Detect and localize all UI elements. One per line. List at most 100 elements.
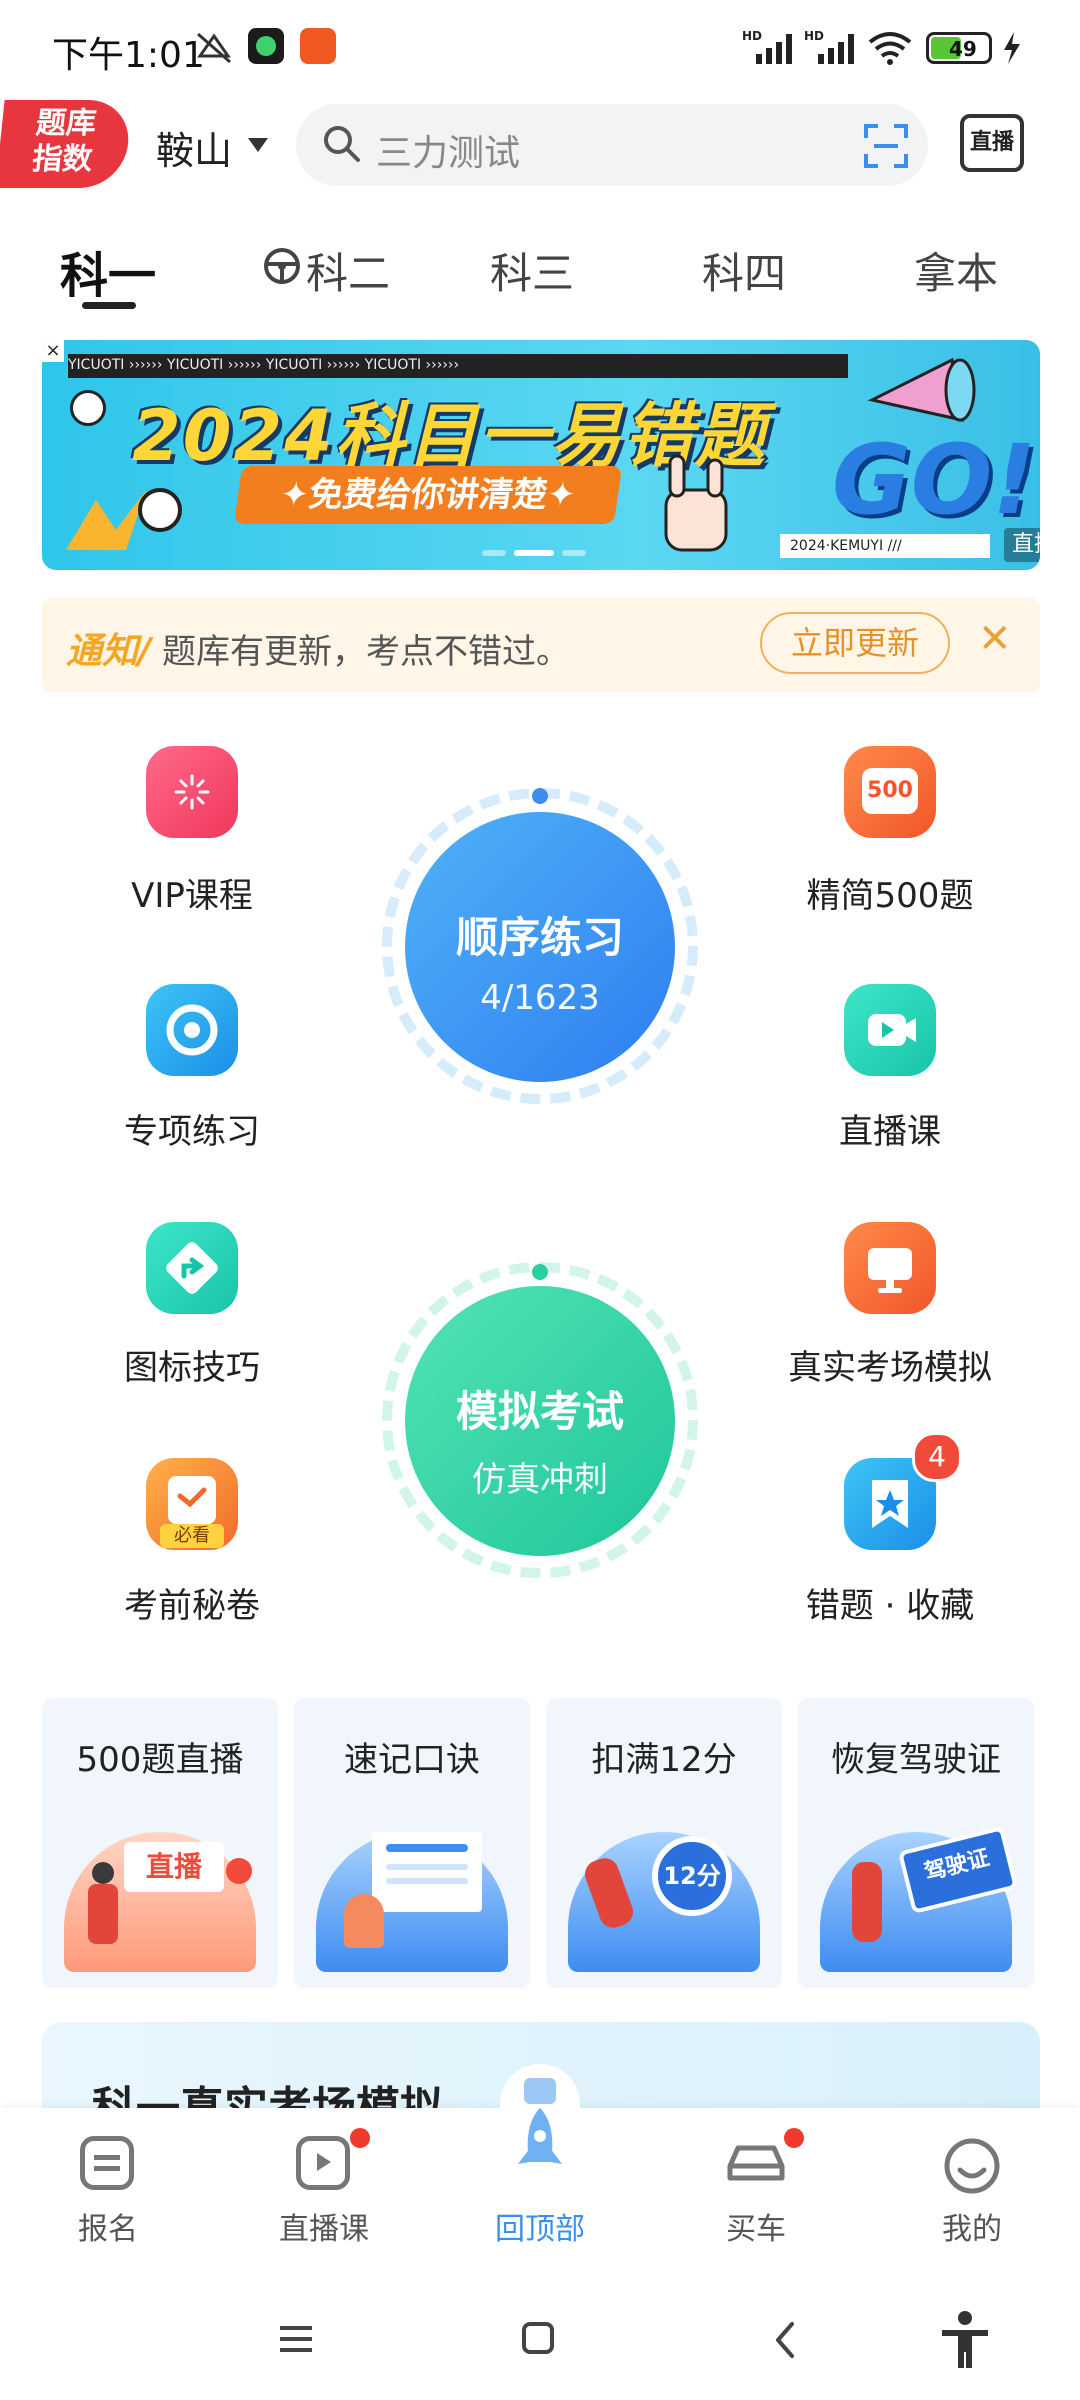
close-icon[interactable]: × <box>42 340 64 362</box>
nav-label: 买车 <box>726 2212 786 2247</box>
status-time: 下午1:01 <box>52 35 205 76</box>
charging-icon <box>1004 32 1020 64</box>
exam-progress-dot <box>532 1264 548 1280</box>
jingjian-500-button[interactable]: 500 <box>844 746 936 838</box>
special-practice-button[interactable] <box>146 984 238 1076</box>
accessibility-icon[interactable] <box>938 2310 992 2370</box>
wrong-questions-label: 错题 · 收藏 <box>805 1586 975 1626</box>
nav-live-course[interactable]: 直播课 <box>224 2108 424 2278</box>
icon-skills-button[interactable] <box>146 1222 238 1314</box>
banner-pager <box>482 550 602 556</box>
system-nav-bar <box>0 2278 1080 2400</box>
battery-icon: 49 <box>926 32 992 64</box>
nav-signup[interactable]: 报名 <box>8 2108 208 2278</box>
magnifier-icon <box>66 488 182 550</box>
nav-label: 我的 <box>942 2212 1002 2247</box>
mock-exam-button[interactable]: 模拟考试 仿真冲刺 <box>405 1286 675 1556</box>
real-exam-sim-label: 真实考场模拟 <box>788 1348 992 1388</box>
card-title: 速记口诀 <box>344 1740 480 1780</box>
person-icon <box>92 1862 114 1884</box>
close-icon[interactable]: ✕ <box>978 616 1012 662</box>
card-ill-text: 直播 <box>124 1842 224 1892</box>
card-title: 500题直播 <box>76 1740 244 1780</box>
video-icon <box>868 1014 916 1046</box>
update-now-button[interactable]: 立即更新 <box>760 612 950 674</box>
exam-subtitle: 仿真冲刺 <box>472 1460 608 1500</box>
vip-course-label: VIP课程 <box>131 876 253 916</box>
special-practice-label: 专项练习 <box>124 1112 260 1152</box>
exam-title: 模拟考试 <box>455 1387 624 1436</box>
nav-profile[interactable]: 我的 <box>872 2108 1072 2278</box>
search-input[interactable]: 三力测试 <box>376 124 520 176</box>
nav-label: 报名 <box>78 2212 138 2247</box>
tab-naben[interactable]: 拿本 <box>914 240 998 301</box>
card-12-points[interactable]: 扣满12分 12分 <box>546 1698 782 1988</box>
live-tv-button[interactable]: 直播 <box>960 114 1024 172</box>
jingjian-icon-text: 500 <box>862 768 918 814</box>
search-icon <box>324 126 360 162</box>
jingjian-500-label: 精简500题 <box>806 876 974 916</box>
bottom-nav: 报名 直播课 回顶部 买车 我的 <box>0 2064 1080 2278</box>
form-icon <box>80 2136 134 2190</box>
steering-wheel-icon <box>264 248 300 284</box>
tab-ke3[interactable]: 科三 <box>490 240 574 301</box>
megaphone-icon <box>867 357 976 422</box>
vip-course-button[interactable] <box>146 746 238 838</box>
rock-hand-icon <box>664 454 728 552</box>
nav-buy-car[interactable]: 买车 <box>656 2108 856 2278</box>
question-bank-index-logo[interactable]: 题库 指数 <box>0 100 133 188</box>
card-illustration: 直播 <box>64 1832 256 1972</box>
smile-icon <box>944 2138 1000 2194</box>
pre-exam-secret-button[interactable]: 必看 <box>146 1458 238 1550</box>
notification-dot <box>350 2128 370 2148</box>
tab-ke1[interactable]: 科一 <box>60 236 156 306</box>
live-course-button[interactable] <box>844 984 936 1076</box>
tv-icon <box>296 2136 350 2190</box>
real-exam-sim-button[interactable] <box>844 1222 936 1314</box>
back-icon[interactable] <box>770 2320 800 2360</box>
banner-subtitle: ✦免费给你讲清楚✦ <box>233 466 623 524</box>
tab-ke2[interactable]: 科二 <box>306 240 390 301</box>
decor-circle <box>70 390 106 426</box>
play-icon <box>226 1858 252 1884</box>
svg-text:HD: HD <box>804 29 824 43</box>
signal-icon: HD <box>742 29 792 64</box>
card-ill-text: 驾驶证 <box>897 1825 1019 1915</box>
person-icon <box>344 1894 384 1948</box>
chevron-down-icon[interactable] <box>248 138 268 152</box>
menu-icon[interactable] <box>276 2322 316 2356</box>
target-icon <box>166 1004 218 1056</box>
card-illustration <box>316 1832 508 1972</box>
must-see-badge: 必看 <box>160 1524 224 1548</box>
svg-text:HD: HD <box>742 29 762 43</box>
home-icon[interactable] <box>520 2320 556 2356</box>
tab-ke4[interactable]: 科四 <box>702 240 786 301</box>
car-icon <box>727 2145 785 2181</box>
promo-banner[interactable]: YICUOTI ›››››› YICUOTI ›››››› YICUOTI ››… <box>42 340 1040 570</box>
update-notice: 通知/ 题库有更新，考点不错过。 立即更新 ✕ <box>42 598 1040 692</box>
banner-go: GO! <box>832 424 1037 536</box>
card-illustration: 驾驶证 <box>820 1825 1019 1972</box>
card-quick-mnemonic[interactable]: 速记口诀 <box>294 1698 530 1988</box>
card-500-live[interactable]: 500题直播 直播 <box>42 1698 278 1988</box>
city-selector[interactable]: 鞍山 <box>156 120 232 175</box>
battery-level: 49 <box>949 37 977 61</box>
person-body <box>88 1884 118 1944</box>
monitor-icon <box>868 1248 912 1293</box>
sequential-practice-button[interactable]: 顺序练习 4/1623 <box>405 812 675 1082</box>
nav-back-to-top[interactable]: 回顶部 <box>440 2064 640 2278</box>
board-icon <box>372 1832 482 1912</box>
app-icon <box>248 28 284 64</box>
banner-live-tag: 直播 <box>1004 528 1040 562</box>
card-restore-license[interactable]: 恢复驾驶证 驾驶证 <box>798 1698 1034 1988</box>
practice-progress: 4/1623 <box>480 978 600 1018</box>
wrong-count-badge: 4 <box>912 1432 962 1482</box>
mute-icon <box>197 32 231 64</box>
practice-title: 顺序练习 <box>455 913 624 962</box>
scan-icon[interactable] <box>862 122 910 170</box>
banner-strip: YICUOTI ›››››› YICUOTI ›››››› YICUOTI ››… <box>68 354 848 378</box>
signal-icon: HD <box>804 29 854 64</box>
search-bar[interactable]: 三力测试 <box>296 104 928 186</box>
logo-line2: 指数 <box>30 142 95 177</box>
turn-sign-icon <box>166 1242 218 1294</box>
